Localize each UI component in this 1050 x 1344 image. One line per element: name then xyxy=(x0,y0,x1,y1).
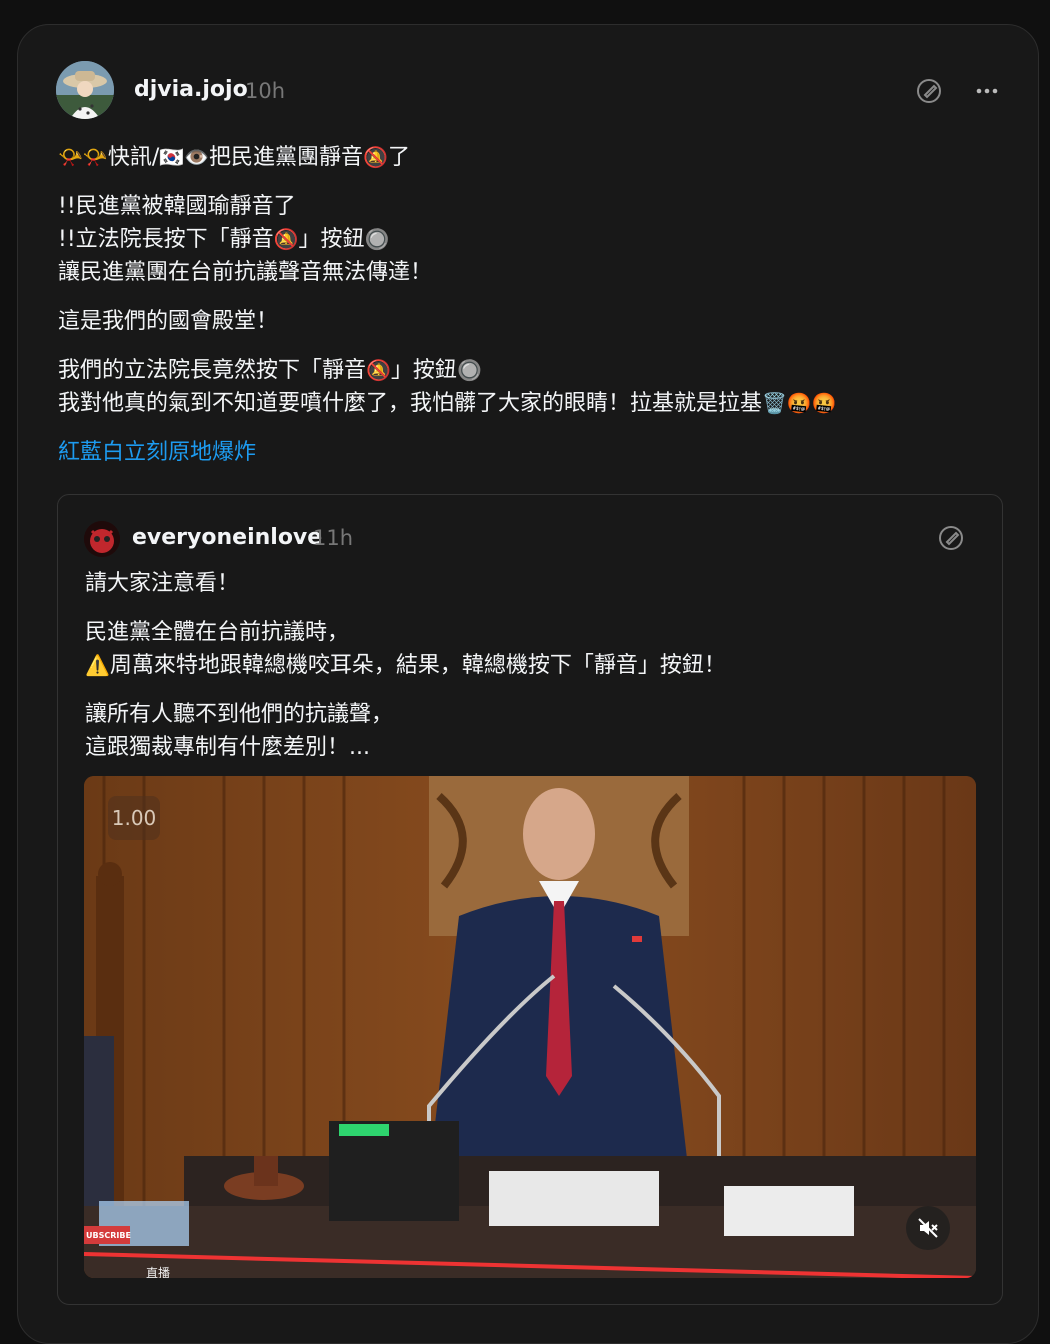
quoted-post[interactable]: everyoneinlove 11h 請大家注意看！ 民進黨全體在台前抗議時， … xyxy=(57,494,1003,1305)
muted-speaker-icon xyxy=(918,1218,938,1238)
text: 把民進黨團靜音 xyxy=(209,145,364,170)
trash-icon: 🗑️ xyxy=(762,391,787,415)
avatar[interactable] xyxy=(56,61,114,119)
muted-bell-icon: 🔕 xyxy=(363,145,388,169)
quoted-time: 11h xyxy=(313,526,354,550)
mute-toggle-button[interactable] xyxy=(906,1206,950,1250)
text: 讓民進黨團在台前抗議聲音無法傳達！ xyxy=(58,260,433,285)
text: 」按鈕 xyxy=(298,227,365,252)
text: 」按鈕 xyxy=(390,358,457,383)
post-body: 📯📯快訊/🇰🇷👁️把民進黨團靜音🔕了 !!民進黨被韓國瑜靜音了 !!立法院長按下… xyxy=(58,141,1008,485)
text: !!民進黨被韓國瑜靜音了 xyxy=(58,194,296,219)
text: 讓所有人聽不到他們的抗議聲， xyxy=(85,702,394,727)
post-card: djvia.jojo 10h 📯📯快訊/🇰🇷👁️把民進黨團靜音🔕了 !!民進黨被… xyxy=(17,24,1039,1344)
post-time: 10h xyxy=(245,79,286,103)
text: 了 xyxy=(387,145,410,170)
edit-quote-icon[interactable] xyxy=(915,77,943,105)
text: 請大家注意看！ xyxy=(85,571,240,596)
text: 這跟獨裁專制有什麼差別！... xyxy=(85,735,370,760)
quoted-avatar[interactable] xyxy=(84,521,120,557)
text: 民進黨全體在台前抗議時， xyxy=(85,620,350,645)
muted-bell-icon: 🔕 xyxy=(273,227,299,251)
text: 快訊/ xyxy=(107,145,160,170)
more-icon[interactable] xyxy=(973,77,1001,105)
button-icon: 🔘 xyxy=(456,358,482,382)
text: 周萬來特地跟韓總機咬耳朵，結果，韓總機按下「靜音」按鈕！ xyxy=(109,653,726,678)
text: !!立法院長按下「靜音 xyxy=(58,227,274,252)
quoted-body: 請大家注意看！ 民進黨全體在台前抗議時， ⚠️周萬來特地跟韓總機咬耳朵，結果，韓… xyxy=(85,567,965,780)
text: 我們的立法院長竟然按下「靜音 xyxy=(58,358,367,383)
tag-link[interactable]: 紅藍白立刻原地爆炸 xyxy=(58,440,256,465)
playback-speed-label: 1.00 xyxy=(108,796,160,840)
button-icon: 🔘 xyxy=(364,227,390,251)
muted-bell-icon: 🔕 xyxy=(366,358,391,382)
text: 這是我們的國會殿堂！ xyxy=(58,309,279,334)
warning-icon: ⚠️ xyxy=(85,653,110,677)
eye-icon: 👁️ xyxy=(184,145,210,169)
edit-quote-icon[interactable] xyxy=(937,524,965,552)
korea-flag-icon: 🇰🇷 xyxy=(159,145,185,169)
angry-face-icon: 🤬🤬 xyxy=(786,391,837,415)
subscribe-watermark: UBSCRIBE xyxy=(86,1231,131,1240)
video-frame xyxy=(84,776,976,1278)
live-label: 直播 xyxy=(146,1266,171,1278)
quoted-username[interactable]: everyoneinlove xyxy=(132,525,322,550)
video-player[interactable]: 1.00 UBSCRIBE 直播 xyxy=(84,776,976,1278)
megaphone-icon: 📯📯 xyxy=(58,145,108,169)
text: 我對他真的氣到不知道要噴什麼了，我怕髒了大家的眼睛！拉基就是拉基 xyxy=(58,391,763,416)
username[interactable]: djvia.jojo xyxy=(134,77,248,102)
